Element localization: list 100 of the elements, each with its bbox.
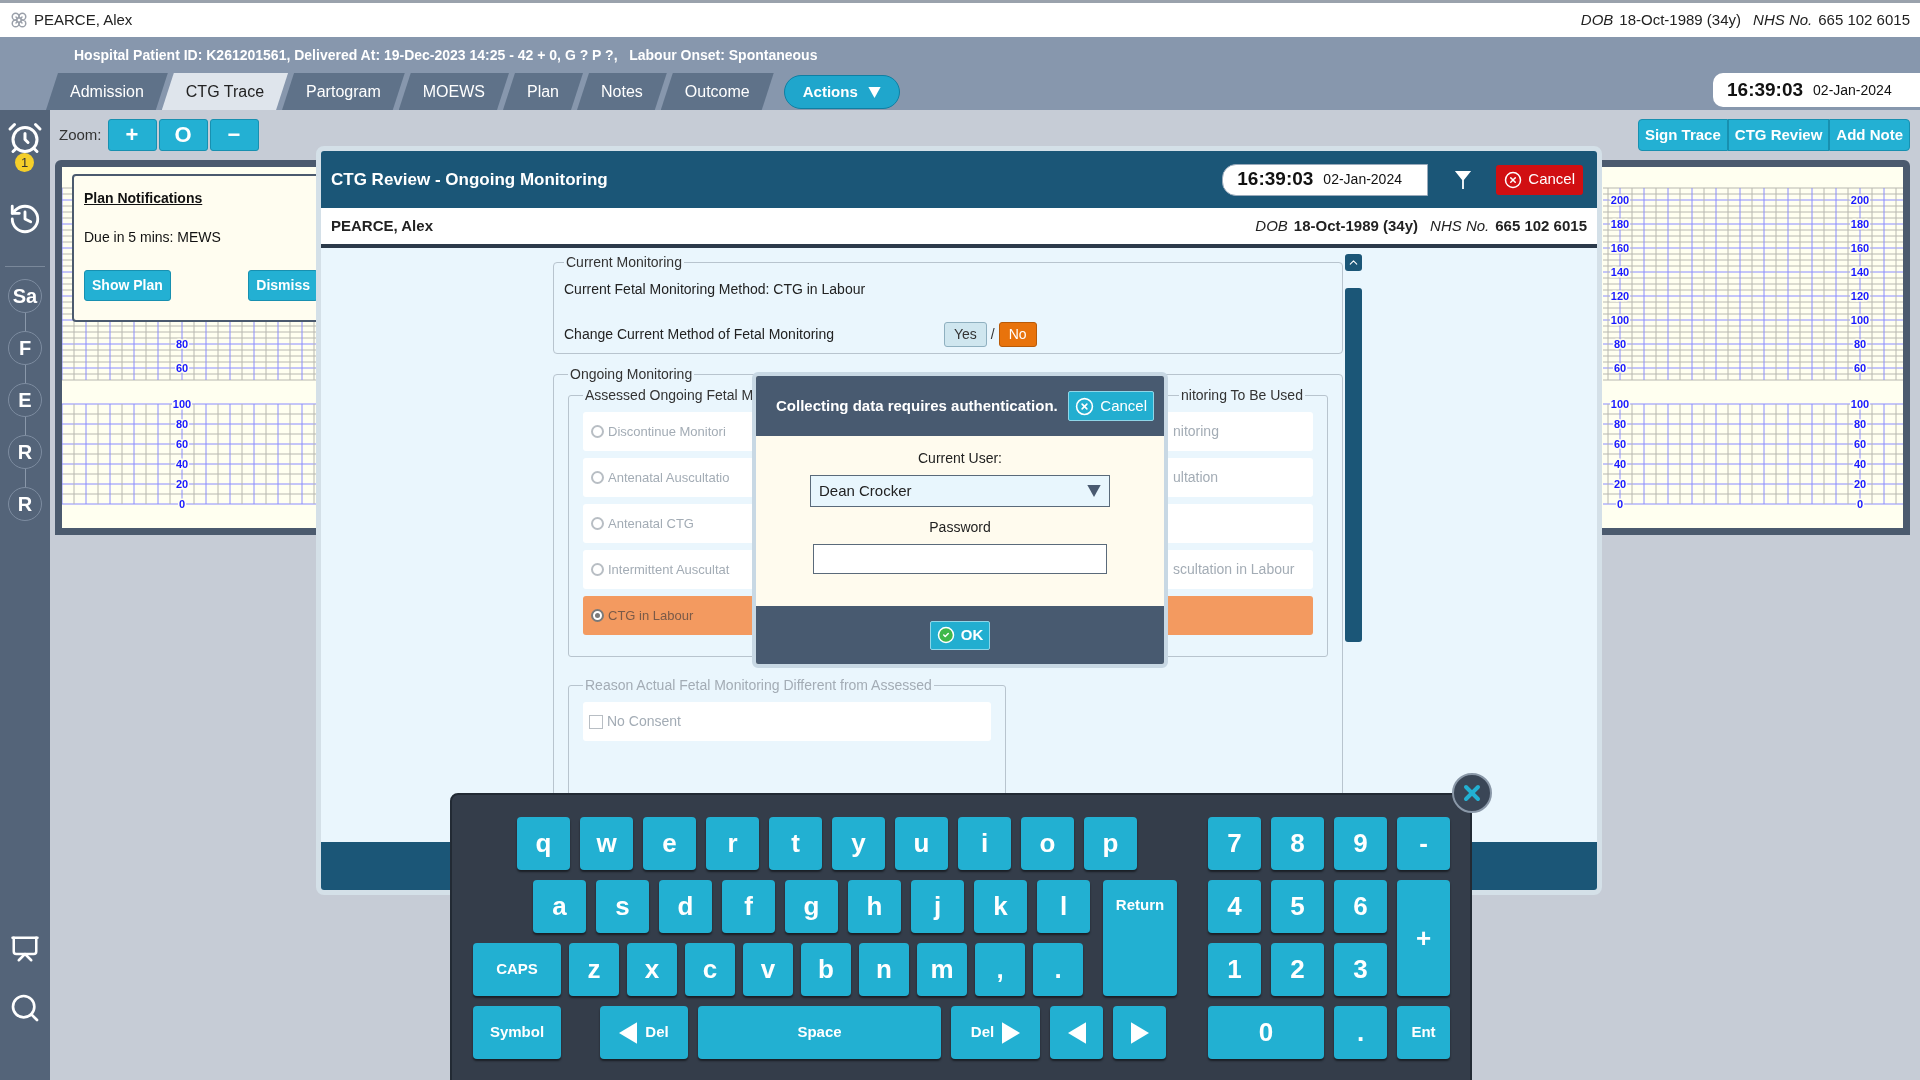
toggle-option[interactable]: Yes [944, 322, 987, 347]
keyboard-key[interactable]: t [769, 817, 822, 870]
keyboard-key[interactable]: 3 [1334, 943, 1387, 996]
keyboard-key[interactable]: m [917, 943, 967, 996]
tab[interactable]: CTG Trace [161, 73, 289, 110]
keyboard-key[interactable]: 1 [1208, 943, 1261, 996]
dob-label: DOB [1255, 215, 1288, 236]
keyboard-key[interactable]: 4 [1208, 880, 1261, 933]
keyboard-key[interactable]: 6 [1334, 880, 1387, 933]
alarm-clock-icon[interactable] [7, 120, 43, 156]
keyboard-key[interactable]: 5 [1271, 880, 1324, 933]
keyboard-key[interactable]: n [859, 943, 909, 996]
axis-label: 20 [175, 478, 189, 490]
keyboard-key[interactable]: a [533, 880, 586, 933]
filter-icon[interactable] [1454, 169, 1473, 190]
keyboard-key[interactable]: Del [951, 1006, 1040, 1059]
keyboard-key[interactable]: Ent [1397, 1006, 1450, 1059]
keyboard-key[interactable]: Symbol [473, 1006, 561, 1059]
keyboard-key[interactable]: f [722, 880, 775, 933]
axis-label: 40 [1853, 458, 1867, 470]
keyboard-key[interactable]: q [517, 817, 570, 870]
zoom-label: Zoom: [59, 124, 102, 145]
keyboard-key[interactable]: c [685, 943, 735, 996]
patient-name: PEARCE, Alex [331, 215, 433, 236]
axis-label: 100 [1850, 314, 1870, 326]
keyboard-key[interactable]: 2 [1271, 943, 1324, 996]
axis-label: 80 [1613, 418, 1627, 430]
keyboard-key[interactable]: CAPS [473, 943, 561, 996]
cancel-button[interactable]: Cancel [1068, 391, 1154, 421]
keyboard-key[interactable]: k [974, 880, 1027, 933]
axis-label: 100 [1850, 398, 1870, 410]
history-icon[interactable] [8, 202, 42, 236]
keyboard-key[interactable]: h [848, 880, 901, 933]
keyboard-key[interactable]: o [1021, 817, 1074, 870]
tab[interactable]: Outcome [660, 73, 774, 110]
toolbar-button[interactable]: Sign Trace [1637, 119, 1728, 151]
keyboard-key[interactable]: j [911, 880, 964, 933]
zoom-button[interactable]: − [209, 119, 259, 151]
keyboard-key[interactable]: g [785, 880, 838, 933]
cursor-left-key[interactable] [1050, 1006, 1103, 1059]
ok-button[interactable]: OK [929, 620, 991, 650]
keyboard-key[interactable]: l [1037, 880, 1090, 933]
toggle-option[interactable]: No [998, 322, 1037, 347]
option-label: No Consent [607, 712, 681, 732]
tab[interactable]: Notes [577, 73, 667, 110]
keyboard-key[interactable]: Del [600, 1006, 688, 1059]
close-icon [1504, 170, 1523, 189]
keyboard-key[interactable]: u [895, 817, 948, 870]
keyboard-key[interactable]: r [706, 817, 759, 870]
keyboard-key[interactable]: 9 [1334, 817, 1387, 870]
actions-button[interactable]: Actions [783, 75, 900, 109]
keyboard-key[interactable]: + [1397, 880, 1450, 996]
scroll-up-button[interactable] [1345, 254, 1362, 271]
cursor-right-key[interactable] [1113, 1006, 1166, 1059]
keyboard-key[interactable]: d [659, 880, 712, 933]
keyboard-key[interactable]: Return [1103, 880, 1177, 996]
axis-label: 180 [1610, 218, 1630, 230]
cancel-button[interactable]: Cancel [1496, 164, 1583, 195]
zoom-button[interactable]: + [107, 119, 157, 151]
scrollbar-thumb[interactable] [1345, 288, 1362, 642]
keyboard-key[interactable]: y [832, 817, 885, 870]
tab[interactable]: MOEWS [398, 73, 509, 110]
tab[interactable]: Plan [502, 73, 583, 110]
axis-label: 80 [1613, 338, 1627, 350]
keyboard-key[interactable]: 0 [1208, 1006, 1324, 1059]
keyboard-key[interactable]: s [596, 880, 649, 933]
keyboard-key[interactable]: , [975, 943, 1025, 996]
tab[interactable]: Admission [46, 73, 168, 110]
password-field[interactable] [813, 544, 1107, 574]
keyboard-key[interactable]: 7 [1208, 817, 1261, 870]
keyboard-key[interactable]: b [801, 943, 851, 996]
toolbar-button[interactable]: CTG Review [1727, 119, 1830, 151]
keyboard-key[interactable]: e [643, 817, 696, 870]
option-label: CTG in Labour [608, 607, 694, 625]
keyboard-key[interactable]: - [1397, 817, 1450, 870]
option-label: scultation in Labour [1173, 560, 1295, 580]
option-label: ultation [1173, 468, 1219, 488]
keyboard-key[interactable]: . [1334, 1006, 1387, 1059]
keyboard-key[interactable]: . [1033, 943, 1083, 996]
keyboard-key[interactable]: w [580, 817, 633, 870]
notification-button[interactable]: Show Plan [84, 270, 171, 301]
keyboard-key[interactable]: v [743, 943, 793, 996]
caret-icon [1087, 485, 1101, 497]
patient-info: Hospital Patient ID: K261201561, Delivered At: 19-Dec-2023 14:25 - 42 + 0, G ? P ?, Labour Onset: Spontaneous [74, 45, 818, 65]
tab[interactable]: Partogram [282, 73, 405, 110]
axis-label: 160 [1610, 242, 1630, 254]
toolbar-button[interactable]: Add Note [1829, 119, 1910, 151]
option-label: nitoring [1173, 422, 1219, 442]
keyboard-key[interactable]: Space [698, 1006, 941, 1059]
keyboard-key[interactable]: i [958, 817, 1011, 870]
keyboard-key[interactable]: z [569, 943, 619, 996]
keyboard-key[interactable]: x [627, 943, 677, 996]
notification-button[interactable]: Dismiss [248, 270, 318, 301]
notification-title: Plan Notifications [84, 189, 204, 208]
close-icon [1075, 396, 1095, 416]
keyboard-key[interactable]: p [1084, 817, 1137, 870]
user-dropdown[interactable]: Dean Crocker [810, 475, 1110, 507]
keyboard-key[interactable]: 8 [1271, 817, 1324, 870]
search-icon[interactable] [9, 992, 41, 1024]
zoom-button[interactable]: O [158, 119, 208, 151]
